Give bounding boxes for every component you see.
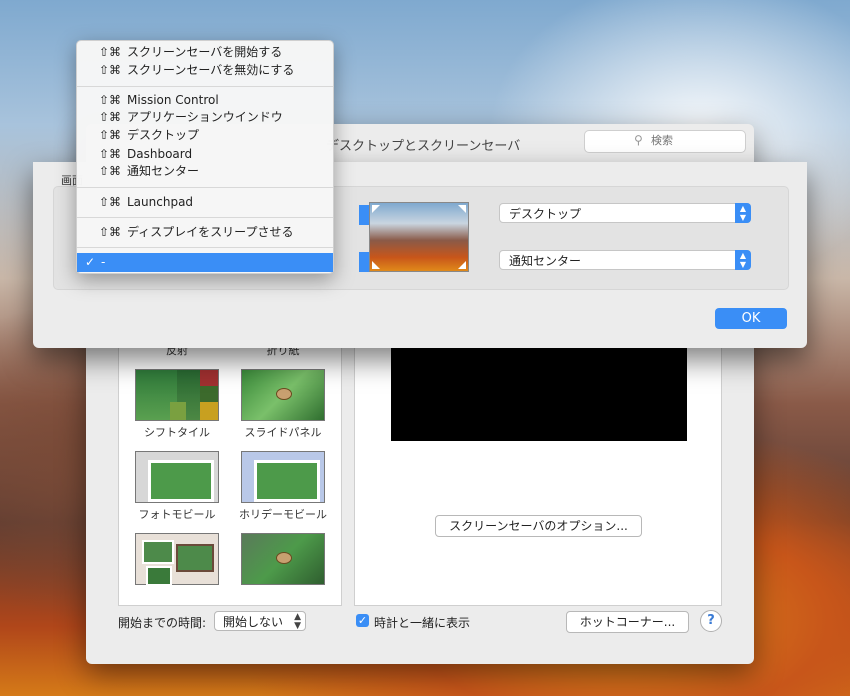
corner-top-left-icon (372, 205, 380, 213)
chevron-updown-icon: ▲ ▼ (735, 203, 751, 223)
checkmark-icon: ✓ (85, 255, 96, 269)
menu-separator (77, 187, 333, 188)
shortcut-keys: ⇧⌘ (99, 128, 122, 142)
saver-label: シフトタイル (144, 426, 210, 439)
menu-item-label: スクリーンセーバを無効にする (127, 63, 295, 77)
menu-item-label: Launchpad (127, 195, 194, 209)
saver-thumbnail (135, 533, 219, 586)
menu-separator (77, 217, 333, 218)
menu-item-label: スクリーンセーバを開始する (127, 45, 283, 59)
start-after-label: 開始までの時間: (118, 616, 207, 630)
saver-photo-mobile[interactable]: フォトモビール (127, 451, 227, 522)
menu-item-label: Mission Control (127, 93, 219, 107)
window-title: デスクトップとスクリーンセーバ (326, 139, 521, 154)
menu-item-mission-control[interactable]: ⇧⌘ Mission Control (77, 92, 333, 109)
saver-thumbnail (135, 451, 219, 503)
clock-checkbox[interactable]: ✓ (356, 614, 369, 627)
magnifier-icon: ⚲ (634, 133, 643, 147)
shortcut-keys: ⇧⌘ (99, 147, 122, 161)
help-button[interactable]: ? (700, 610, 722, 632)
shortcut-keys: ⇧⌘ (99, 225, 122, 239)
bottom-right-value: 通知センター (509, 254, 582, 268)
top-right-corner-popup[interactable]: デスクトップ ▲ ▼ (499, 203, 751, 223)
menu-separator (77, 247, 333, 248)
hot-corner-menu: ⇧⌘ スクリーンセーバを開始する ⇧⌘ スクリーンセーバを無効にする ⇧⌘ Missi… (76, 40, 334, 274)
preview-pane: スクリーンセーバのオプション... (354, 314, 722, 606)
saver-thumbnail (241, 369, 325, 421)
clock-label: 時計と一緒に表示 (374, 616, 471, 630)
shortcut-keys: ⇧⌘ (99, 93, 122, 107)
screensaver-options-button[interactable]: スクリーンセーバのオプション... (435, 515, 642, 537)
search-input[interactable] (651, 132, 736, 149)
saver-label: フォトモビール (138, 508, 216, 521)
start-after-value: 開始しない (223, 615, 284, 629)
chevron-updown-icon: ▲ ▼ (735, 250, 751, 270)
menu-item-notification-center[interactable]: ⇧⌘ 通知センター (77, 163, 333, 180)
menu-item-disable-screensaver[interactable]: ⇧⌘ スクリーンセーバを無効にする (77, 62, 333, 79)
menu-item-label: ディスプレイをスリープさせる (127, 225, 294, 239)
menu-item-label: 通知センター (127, 164, 200, 178)
saver-label: スライドパネル (244, 426, 322, 439)
corner-bottom-left-icon (372, 261, 380, 269)
shortcut-keys: ⇧⌘ (99, 110, 122, 124)
menu-item-desktop[interactable]: ⇧⌘ デスクトップ (77, 127, 333, 144)
menu-item-launchpad[interactable]: ⇧⌘ Launchpad (77, 194, 333, 211)
saver-classic[interactable] (233, 533, 333, 588)
menu-item-label: Dashboard (127, 147, 193, 161)
menu-separator (77, 86, 333, 87)
menu-item-label: アプリケーションウインドウ (127, 110, 283, 124)
corner-bottom-right-icon (458, 261, 466, 269)
menu-item-application-windows[interactable]: ⇧⌘ アプリケーションウインドウ (77, 109, 333, 126)
shortcut-keys: ⇧⌘ (99, 164, 122, 178)
saver-thumbnail (135, 369, 219, 421)
menu-item-none[interactable]: ✓ - (77, 253, 333, 272)
screen-thumbnail (369, 202, 469, 272)
top-right-value: デスクトップ (509, 207, 582, 221)
menu-item-label: デスクトップ (127, 128, 200, 142)
saver-holiday-mobile[interactable]: ホリデーモビール (233, 451, 333, 522)
menu-item-label: - (101, 255, 106, 269)
hot-corners-button[interactable]: ホットコーナー... (566, 611, 689, 633)
saver-shifting-tiles[interactable]: シフトタイル (127, 369, 227, 440)
screensaver-list[interactable]: 反射 折り紙 シフトタイル スライドパネル フォトモビール ホリデーモビール (118, 314, 342, 606)
bottom-right-corner-popup[interactable]: 通知センター ▲ ▼ (499, 250, 751, 270)
saver-thumbnail (241, 451, 325, 503)
start-after-popup[interactable]: 開始しない ▲ ▼ (214, 611, 306, 631)
shortcut-keys: ⇧⌘ (99, 45, 122, 59)
corner-top-right-icon (458, 205, 466, 213)
shortcut-keys: ⇧⌘ (99, 63, 122, 77)
shortcut-keys: ⇧⌘ (99, 195, 122, 209)
menu-item-dashboard[interactable]: ⇧⌘ Dashboard (77, 146, 333, 163)
menu-item-start-screensaver[interactable]: ⇧⌘ スクリーンセーバを開始する (77, 44, 333, 61)
screensaver-preview (391, 335, 687, 441)
saver-thumbnail (241, 533, 325, 585)
menu-item-sleep-display[interactable]: ⇧⌘ ディスプレイをスリープさせる (77, 224, 333, 241)
ok-button[interactable]: OK (715, 308, 787, 329)
saver-vintage-prints[interactable] (127, 533, 227, 588)
saver-sliding-panels[interactable]: スライドパネル (233, 369, 333, 440)
saver-label: ホリデーモビール (239, 508, 327, 521)
chevron-updown-icon: ▲ ▼ (294, 612, 301, 631)
search-field[interactable]: ⚲ (584, 130, 746, 153)
